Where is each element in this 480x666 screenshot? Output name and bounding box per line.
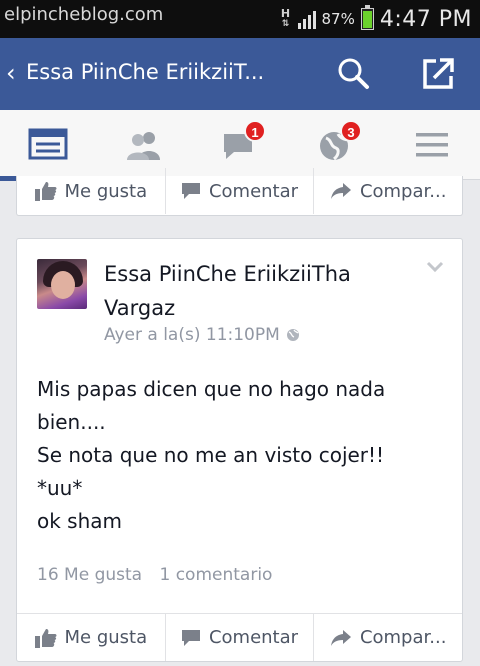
- battery-percent: 87%: [321, 10, 355, 28]
- post-body: Mis papas dicen que no hago nada bien...…: [37, 373, 447, 538]
- page-title[interactable]: Essa PiinChe EriikziiT...: [26, 60, 264, 84]
- post-counts[interactable]: 16 Me gusta 1 comentario: [37, 565, 272, 585]
- signal-icon: [297, 9, 316, 29]
- comment-button[interactable]: Comentar: [164, 614, 314, 661]
- status-icons: H ⇅ 87% 4:47 PM: [280, 5, 473, 32]
- avatar[interactable]: [37, 259, 87, 309]
- notifications-badge: 3: [340, 120, 362, 142]
- post-line: ok sham: [37, 509, 123, 533]
- share-external-icon[interactable]: [416, 52, 460, 96]
- chevron-down-icon[interactable]: [426, 261, 444, 273]
- post-actions: Me gusta Comentar Compar...: [17, 613, 462, 661]
- comment-icon: [181, 183, 200, 199]
- like-button[interactable]: Me gusta: [17, 168, 165, 214]
- network-type-icon: H ⇅: [280, 7, 291, 29]
- comments-count[interactable]: 1 comentario: [159, 565, 272, 585]
- share-label: Compar...: [359, 627, 447, 648]
- post-card: Essa PiinChe EriikziiTha Vargaz Ayer a l…: [16, 238, 463, 662]
- comment-label: Comentar: [208, 180, 299, 202]
- post-line: Se nota que no me an visto cojer!!: [37, 443, 385, 467]
- comment-button[interactable]: Comentar: [164, 168, 314, 214]
- comment-label: Comentar: [208, 627, 299, 648]
- friends-icon: [127, 132, 160, 160]
- post-line: Mis papas dicen que no hago nada: [37, 377, 386, 401]
- thumbs-up-icon: [34, 628, 57, 648]
- chevron-left-icon[interactable]: ‹: [6, 61, 16, 85]
- like-button[interactable]: Me gusta: [17, 614, 165, 661]
- watermark-text: elpincheblog.com: [4, 4, 164, 25]
- like-label: Me gusta: [64, 180, 148, 202]
- globe-privacy-icon: [286, 329, 299, 341]
- thumbs-up-icon: [34, 182, 57, 201]
- news-feed-icon: [28, 128, 68, 160]
- messages-badge: 1: [244, 120, 266, 142]
- post-line: bien....: [37, 410, 106, 434]
- post-timestamp[interactable]: Ayer a la(s) 11:10PM: [104, 325, 300, 345]
- menu-icon: [416, 133, 448, 157]
- share-arrow-icon: [330, 183, 351, 199]
- previous-post-card: Me gusta Comentar Compar...: [16, 168, 463, 216]
- share-label: Compar...: [359, 180, 447, 202]
- like-label: Me gusta: [64, 627, 148, 648]
- share-button[interactable]: Compar...: [313, 168, 462, 214]
- battery-icon: [360, 5, 374, 30]
- action-bar: ‹ Essa PiinChe EriikziiT...: [0, 38, 480, 110]
- post-author[interactable]: Essa PiinChe EriikziiTha Vargaz: [104, 257, 424, 325]
- likes-count[interactable]: 16 Me gusta: [37, 565, 142, 585]
- post-line: *uu*: [37, 476, 83, 500]
- share-arrow-icon: [330, 629, 351, 646]
- status-bar: elpincheblog.com H ⇅ 87% 4:47 PM: [0, 0, 480, 38]
- clock: 4:47 PM: [379, 6, 472, 32]
- comment-icon: [181, 629, 200, 646]
- post-actions: Me gusta Comentar Compar...: [17, 168, 462, 214]
- share-button[interactable]: Compar...: [313, 614, 462, 661]
- search-icon[interactable]: [334, 54, 374, 94]
